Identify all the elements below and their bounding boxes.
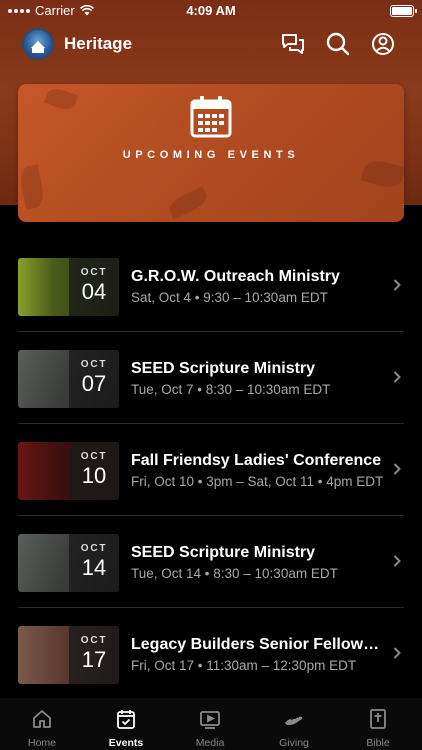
event-day: 14 — [81, 555, 107, 580]
chevron-right-icon — [393, 371, 401, 383]
tab-bar: Home Events Media Giving Bible — [0, 698, 422, 750]
event-month: OCT — [80, 359, 108, 370]
search-icon[interactable] — [325, 31, 351, 57]
app-title: Heritage — [64, 34, 133, 53]
chat-icon[interactable] — [280, 31, 306, 57]
leaf-decoration — [166, 186, 210, 220]
event-thumbnail: OCT 07 — [18, 350, 119, 408]
event-row[interactable]: OCT 10 Fall Friendsy Ladies' Conference … — [0, 424, 422, 516]
tab-giving[interactable]: Giving — [252, 698, 336, 750]
play-icon — [200, 711, 220, 729]
tab-label: Home — [27, 737, 56, 749]
leaf-decoration — [43, 85, 79, 113]
event-title: SEED Scripture Ministry — [131, 360, 316, 377]
bible-icon — [370, 709, 386, 729]
tab-label: Bible — [366, 737, 390, 749]
leaf-decoration — [360, 157, 404, 191]
event-row[interactable]: OCT 07 SEED Scripture Ministry Tue, Oct … — [0, 332, 422, 424]
event-date-badge: OCT 07 — [69, 350, 119, 408]
tab-label: Events — [108, 737, 144, 749]
battery-icon — [390, 5, 417, 17]
event-month: OCT — [80, 543, 108, 554]
event-day: 07 — [81, 371, 107, 396]
event-date-badge: OCT 14 — [69, 534, 119, 592]
home-icon — [33, 710, 51, 728]
chevron-right-icon — [393, 463, 401, 475]
event-datetime: Tue, Oct 7 • 8:30 – 10:30am EDT — [131, 382, 331, 397]
app-header: Heritage — [0, 22, 422, 66]
chevron-right-icon — [393, 647, 401, 659]
status-time: 4:09 AM — [186, 3, 236, 18]
event-title: G.R.O.W. Outreach Ministry — [131, 268, 340, 285]
event-datetime: Tue, Oct 14 • 8:30 – 10:30am EDT — [131, 566, 338, 581]
event-datetime: Fri, Oct 17 • 11:30am – 12:30pm EDT — [131, 658, 357, 673]
giving-icon — [285, 716, 303, 725]
event-title: Fall Friendsy Ladies' Conference — [131, 452, 382, 469]
leaf-decoration — [18, 164, 47, 210]
event-datetime: Sat, Oct 4 • 9:30 – 10:30am EDT — [131, 290, 328, 305]
tab-media[interactable]: Media — [168, 698, 252, 750]
tab-label: Giving — [279, 737, 309, 749]
event-date-badge: OCT 10 — [69, 442, 119, 500]
event-date-badge: OCT 17 — [69, 626, 119, 684]
event-thumbnail: OCT 10 — [18, 442, 119, 500]
event-month: OCT — [80, 451, 108, 462]
chevron-right-icon — [393, 555, 401, 567]
event-title: SEED Scripture Ministry — [131, 544, 316, 561]
chevron-right-icon — [393, 279, 401, 291]
tab-events[interactable]: Events — [84, 698, 168, 750]
event-month: OCT — [80, 635, 108, 646]
event-date-badge: OCT 04 — [69, 258, 119, 316]
church-logo[interactable] — [22, 28, 54, 60]
calendar-icon — [190, 96, 232, 138]
upcoming-events-banner[interactable]: UPCOMING EVENTS — [18, 84, 404, 222]
event-day: 17 — [81, 647, 107, 672]
event-row[interactable]: OCT 04 G.R.O.W. Outreach Ministry Sat, O… — [0, 240, 422, 332]
tab-bible[interactable]: Bible — [336, 698, 420, 750]
event-day: 10 — [81, 463, 107, 488]
tab-label: Media — [195, 737, 225, 749]
event-row[interactable]: OCT 14 SEED Scripture Ministry Tue, Oct … — [0, 516, 422, 608]
event-title: Legacy Builders Senior Fellowship — [131, 636, 386, 653]
event-thumbnail: OCT 17 — [18, 626, 119, 684]
banner-title: UPCOMING EVENTS — [122, 149, 300, 161]
profile-icon[interactable] — [370, 31, 396, 57]
event-month: OCT — [80, 267, 108, 278]
event-datetime: Fri, Oct 10 • 3pm – Sat, Oct 11 • 4pm ED… — [131, 474, 384, 489]
status-bar: Carrier 4:09 AM — [0, 0, 422, 22]
event-row[interactable]: OCT 17 Legacy Builders Senior Fellowship… — [0, 608, 422, 700]
calendar-check-icon — [117, 710, 135, 729]
event-thumbnail: OCT 14 — [18, 534, 119, 592]
event-day: 04 — [81, 279, 107, 304]
tab-home[interactable]: Home — [0, 698, 84, 750]
event-thumbnail: OCT 04 — [18, 258, 119, 316]
